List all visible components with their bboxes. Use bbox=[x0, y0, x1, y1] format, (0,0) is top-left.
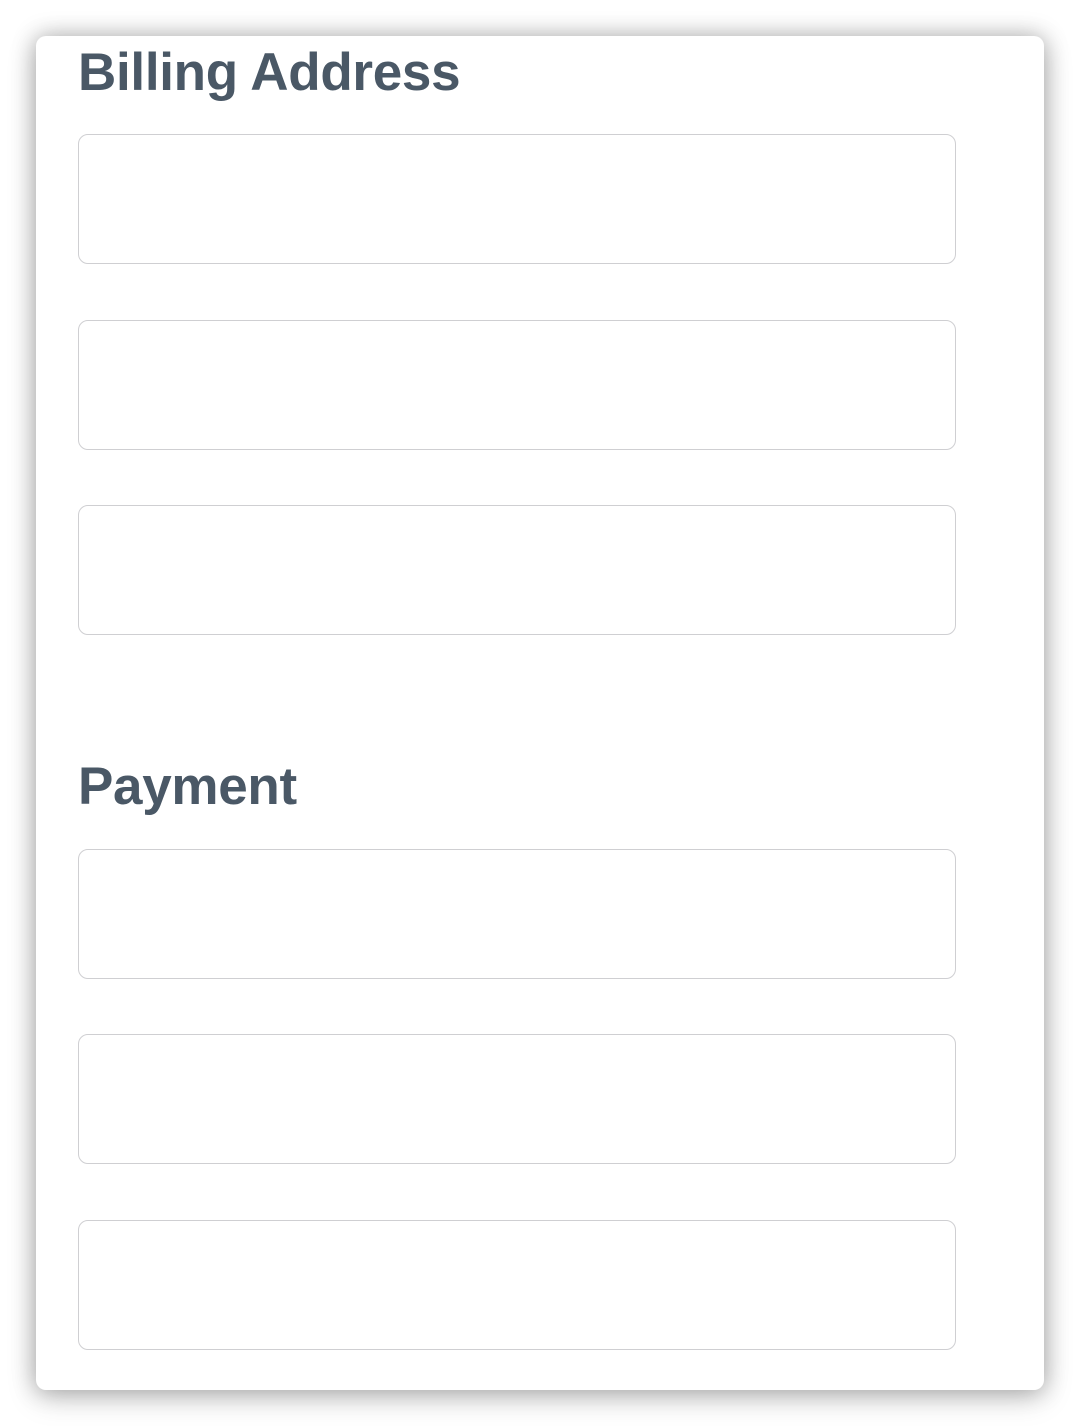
billing-address-field-2[interactable] bbox=[78, 320, 956, 450]
payment-field-2[interactable] bbox=[78, 1034, 956, 1164]
payment-heading: Payment bbox=[78, 757, 297, 816]
payment-field-3[interactable] bbox=[78, 1220, 956, 1350]
payment-field-1[interactable] bbox=[78, 849, 956, 979]
billing-address-field-3[interactable] bbox=[78, 505, 956, 635]
form-card: Billing Address Payment bbox=[36, 36, 1044, 1390]
billing-address-heading: Billing Address bbox=[78, 43, 461, 102]
billing-address-field-1[interactable] bbox=[78, 134, 956, 264]
